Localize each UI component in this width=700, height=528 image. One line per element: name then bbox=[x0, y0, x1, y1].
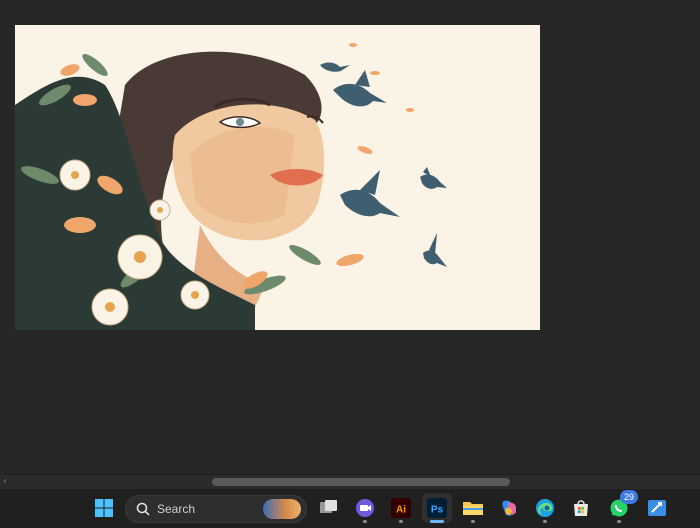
canvas-area bbox=[0, 0, 700, 474]
artwork-illustration bbox=[15, 25, 540, 330]
svg-text:Ps: Ps bbox=[431, 505, 444, 516]
scrollbar-thumb[interactable] bbox=[212, 478, 510, 486]
svg-text:Ai: Ai bbox=[396, 505, 406, 516]
whatsapp-button[interactable]: 29 bbox=[604, 490, 638, 523]
running-indicator bbox=[399, 520, 403, 523]
store-icon bbox=[574, 500, 588, 516]
search-label: Search bbox=[157, 502, 196, 516]
horizontal-scrollbar[interactable]: ‹ bbox=[0, 474, 700, 490]
illustrator-button[interactable]: Ai bbox=[386, 493, 416, 523]
store-button[interactable] bbox=[566, 493, 596, 523]
illustrator-icon: Ai bbox=[391, 498, 411, 518]
edge-button[interactable] bbox=[530, 493, 560, 523]
running-indicator bbox=[471, 520, 475, 523]
taskbar: Search Ai Ps 29 bbox=[0, 489, 700, 528]
copilot-button[interactable] bbox=[494, 493, 524, 523]
photoshop-icon: Ps bbox=[427, 498, 447, 518]
start-button[interactable] bbox=[89, 493, 119, 523]
pinned-app-button[interactable] bbox=[642, 493, 672, 523]
photoshop-button[interactable]: Ps bbox=[422, 493, 452, 523]
task-view-icon bbox=[320, 500, 337, 513]
pinned-app-icon bbox=[648, 500, 666, 516]
running-indicator bbox=[617, 520, 621, 523]
scroll-left-icon[interactable]: ‹ bbox=[3, 476, 7, 487]
running-indicator bbox=[363, 520, 367, 523]
running-indicator bbox=[543, 520, 547, 523]
teams-button[interactable] bbox=[350, 493, 380, 523]
file-explorer-icon bbox=[463, 502, 483, 515]
file-explorer-button[interactable] bbox=[458, 493, 488, 523]
teams-meet-icon bbox=[356, 499, 374, 517]
edge-icon bbox=[536, 499, 554, 517]
windows-start-icon bbox=[95, 499, 113, 517]
taskbar-search-box[interactable]: Search bbox=[125, 495, 307, 523]
artwork-image[interactable] bbox=[15, 25, 540, 330]
search-highlight-image bbox=[263, 499, 301, 519]
active-indicator bbox=[430, 520, 444, 523]
search-icon bbox=[136, 502, 150, 516]
task-view-button[interactable] bbox=[314, 493, 344, 523]
notification-badge: 29 bbox=[620, 490, 638, 504]
copilot-icon bbox=[502, 500, 516, 516]
